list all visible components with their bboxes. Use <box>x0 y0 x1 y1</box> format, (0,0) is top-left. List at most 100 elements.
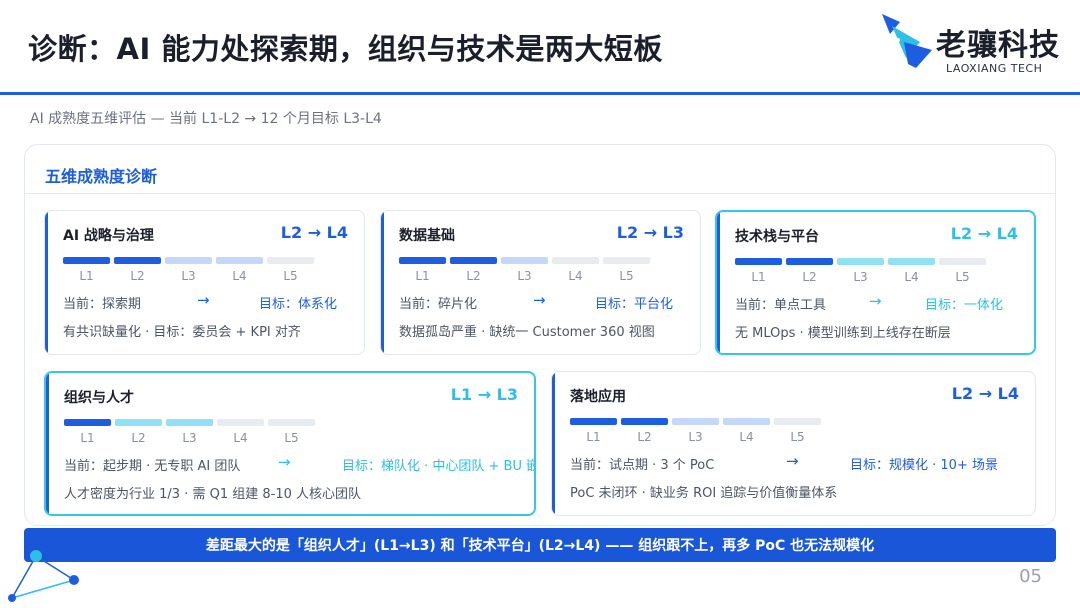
current-state: 当前：单点工具 <box>735 298 827 313</box>
card-title: 数据基础 <box>399 228 455 244</box>
page-title: 诊断：AI 能力处探索期，组织与技术是两大短板 <box>28 32 663 66</box>
brand-subtitle: LAOXIANG TECH <box>946 62 1043 75</box>
card-note: 人才密度为行业 1/3 · 需 Q1 组建 8-10 人核心团队 <box>64 487 361 502</box>
card-range: L2 → L3 <box>616 223 684 242</box>
card-title: AI 战略与治理 <box>63 228 154 244</box>
level-label: L5 <box>955 270 970 284</box>
target-state: 目标：规模化 · 10+ 场景 <box>850 458 998 473</box>
card-note: 有共识缺量化 · 目标：委员会 + KPI 对齐 <box>63 325 301 340</box>
level-label: L2 <box>637 430 652 444</box>
arrow-right-icon: → <box>533 291 546 309</box>
level-label: L5 <box>284 431 299 445</box>
level-segment-4 <box>216 257 263 264</box>
level-segment-1 <box>570 418 617 425</box>
level-segment-5 <box>603 257 650 264</box>
level-label: L1 <box>79 269 94 283</box>
level-label: L5 <box>619 269 634 283</box>
current-state: 当前：试点期 · 3 个 PoC <box>570 458 715 473</box>
level-label: L2 <box>466 269 481 283</box>
card-range: L2 → L4 <box>951 384 1019 403</box>
level-segment-5 <box>774 418 821 425</box>
arrow-right-icon: → <box>197 291 210 309</box>
level-label: L4 <box>568 269 583 283</box>
level-label: L2 <box>130 269 145 283</box>
card-range: L1 → L3 <box>450 385 518 404</box>
level-bar <box>570 418 821 425</box>
card-title: 技术栈与平台 <box>735 229 819 245</box>
arrow-right-icon: → <box>278 453 291 471</box>
level-labels: L1 L2 L3 L4 L5 <box>735 270 986 284</box>
level-label: L1 <box>80 431 95 445</box>
card-note: PoC 未闭环 · 缺业务 ROI 追踪与价值衡量体系 <box>570 486 838 501</box>
level-label: L4 <box>232 269 247 283</box>
brand-logo: 老骧科技 LAOXIANG TECH <box>878 12 1068 78</box>
level-segment-3 <box>166 419 213 426</box>
level-label: L1 <box>586 430 601 444</box>
arrow-right-icon: → <box>786 452 799 470</box>
target-state: 目标：体系化 <box>259 297 338 312</box>
level-label: L3 <box>688 430 703 444</box>
level-segment-2 <box>115 419 162 426</box>
card-ai-strategy[interactable]: AI 战略与治理 L2 → L4 L1 L2 L3 L4 L5 当前：探索期 → 目标：体系化有共… <box>44 210 365 355</box>
level-label: L4 <box>233 431 248 445</box>
level-segment-1 <box>399 257 446 264</box>
current-state: 当前：碎片化 <box>399 297 478 312</box>
level-label: L3 <box>517 269 532 283</box>
level-segment-1 <box>64 419 111 426</box>
level-label: L3 <box>181 269 196 283</box>
level-segment-5 <box>267 257 314 264</box>
level-labels: L1 L2 L3 L4 L5 <box>399 269 650 283</box>
level-label: L5 <box>790 430 805 444</box>
card-title: 落地应用 <box>570 389 626 405</box>
target-state: 目标：一体化 <box>925 298 1004 313</box>
level-segment-5 <box>268 419 315 426</box>
summary-banner: 差距最大的是「组织人才」(L1→L3) 和「技术平台」(L2→L4) —— 组织… <box>24 528 1056 562</box>
current-state: 当前：探索期 <box>63 297 142 312</box>
level-label: L4 <box>904 270 919 284</box>
level-segment-1 <box>735 258 782 265</box>
current-state: 当前：起步期 · 无专职 AI 团队 <box>64 459 241 474</box>
level-segment-4 <box>888 258 935 265</box>
level-segment-3 <box>501 257 548 264</box>
level-labels: L1 L2 L3 L4 L5 <box>64 431 315 445</box>
header-divider <box>0 92 1080 95</box>
page-number: 05 <box>1019 566 1042 587</box>
target-state: 目标：平台化 <box>595 297 674 312</box>
level-segment-4 <box>552 257 599 264</box>
level-label: L3 <box>182 431 197 445</box>
level-segment-4 <box>723 418 770 425</box>
level-segment-3 <box>165 257 212 264</box>
page-subtitle: AI 成熟度五维评估 — 当前 L1-L2 → 12 个月目标 L3-L4 <box>30 111 382 127</box>
level-segment-3 <box>837 258 884 265</box>
level-label: L4 <box>739 430 754 444</box>
card-title: 组织与人才 <box>64 390 134 406</box>
level-segment-2 <box>621 418 668 425</box>
level-bar <box>735 258 986 265</box>
level-labels: L1 L2 L3 L4 L5 <box>570 430 821 444</box>
logo-mark-icon <box>882 14 932 68</box>
brand-name: 老骧科技 <box>936 28 1060 63</box>
level-bar <box>63 257 314 264</box>
level-label: L2 <box>802 270 817 284</box>
card-data-foundation[interactable]: 数据基础 L2 → L3 L1 L2 L3 L4 L5 当前：碎片化 → 目标：平台化 数据孤岛严重… <box>380 210 701 355</box>
card-range: L2 → L4 <box>950 224 1018 243</box>
level-segment-1 <box>63 257 110 264</box>
card-application[interactable]: 落地应用 L2 → L4 L1 L2 L3 L4 L5 当前：试点期 · 3 个 PoC → 目标… <box>551 371 1036 516</box>
level-label: L3 <box>853 270 868 284</box>
card-org-talent[interactable]: 组织与人才 L1 → L3 L1 L2 L3 L4 L5 当前：起步期 · 无专职 AI 团队… <box>44 371 536 516</box>
level-segment-5 <box>939 258 986 265</box>
level-segment-2 <box>786 258 833 265</box>
level-segment-3 <box>672 418 719 425</box>
level-label: L2 <box>131 431 146 445</box>
card-tech-platform[interactable]: 技术栈与平台 L2 → L4 L1 L2 L3 L4 L5 当前：单点工具 → 目标：一体化无 M… <box>715 210 1036 355</box>
corner-network-icon <box>8 550 79 602</box>
arrow-right-icon: → <box>869 292 882 310</box>
level-label: L5 <box>283 269 298 283</box>
card-range: L2 → L4 <box>280 223 348 242</box>
panel-divider <box>25 193 1055 194</box>
panel-title: 五维成熟度诊断 <box>45 167 158 186</box>
card-note: 数据孤岛严重 · 缺统一 Customer 360 视图 <box>399 325 655 340</box>
level-segment-4 <box>217 419 264 426</box>
level-label: L1 <box>751 270 766 284</box>
level-segment-2 <box>114 257 161 264</box>
